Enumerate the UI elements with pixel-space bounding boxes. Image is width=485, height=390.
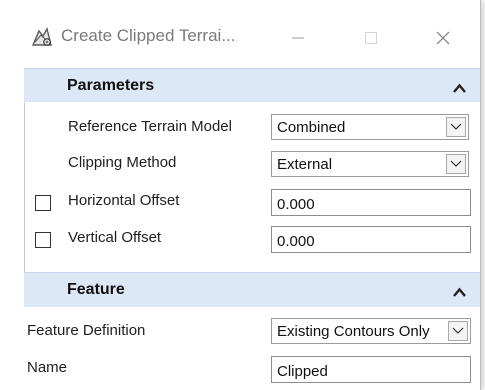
name-input[interactable] bbox=[272, 357, 470, 382]
chevron-down-icon[interactable] bbox=[446, 154, 466, 174]
vertical-offset-input[interactable] bbox=[272, 227, 470, 252]
name-field-box bbox=[271, 356, 471, 383]
reference-terrain-model-dropdown[interactable]: Combined bbox=[271, 114, 469, 140]
vertical-offset-label: Vertical Offset bbox=[68, 229, 162, 246]
feature-definition-value: Existing Contours Only bbox=[277, 323, 430, 340]
clipped-terrain-tool-icon bbox=[30, 25, 54, 49]
horizontal-offset-checkbox[interactable] bbox=[35, 195, 51, 211]
collapse-chevron-up-icon[interactable] bbox=[453, 80, 466, 93]
title-bar[interactable]: Create Clipped Terrai... bbox=[0, 0, 480, 68]
parameters-section-header[interactable]: Parameters bbox=[24, 68, 480, 103]
clipping-method-value: External bbox=[277, 156, 333, 173]
maximize-icon[interactable] bbox=[348, 18, 394, 58]
parameters-section-title: Parameters bbox=[67, 77, 155, 94]
reference-terrain-model-label: Reference Terrain Model bbox=[68, 118, 232, 135]
feature-definition-dropdown[interactable]: Existing Contours Only bbox=[271, 318, 471, 344]
feature-section-header[interactable]: Feature bbox=[24, 272, 480, 307]
horizontal-offset-input[interactable] bbox=[272, 190, 470, 215]
clipping-method-dropdown[interactable]: External bbox=[271, 151, 469, 177]
create-clipped-terrain-dialog: Create Clipped Terrai... Parameters Refe… bbox=[0, 0, 481, 390]
horizontal-offset-label: Horizontal Offset bbox=[68, 192, 180, 209]
clipping-method-label: Clipping Method bbox=[68, 154, 177, 171]
feature-section-title: Feature bbox=[67, 281, 125, 298]
name-label: Name bbox=[27, 359, 68, 376]
chevron-down-icon[interactable] bbox=[446, 117, 466, 137]
window-title: Create Clipped Terrai... bbox=[61, 26, 236, 45]
chevron-down-icon[interactable] bbox=[448, 321, 468, 341]
minimize-icon[interactable] bbox=[275, 18, 321, 58]
horizontal-offset-field-box bbox=[271, 189, 471, 216]
collapse-chevron-up-icon[interactable] bbox=[453, 284, 466, 297]
vertical-offset-field-box bbox=[271, 226, 471, 253]
vertical-offset-checkbox[interactable] bbox=[35, 232, 51, 248]
feature-definition-label: Feature Definition bbox=[27, 322, 146, 339]
reference-terrain-model-value: Combined bbox=[277, 119, 346, 136]
close-icon[interactable] bbox=[420, 18, 466, 58]
